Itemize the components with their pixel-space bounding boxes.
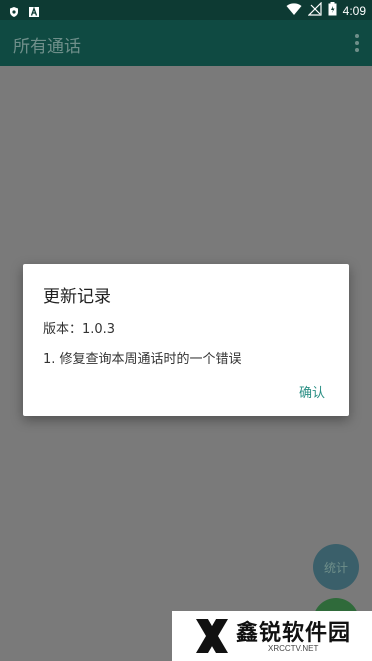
dialog-title: 更新记录 bbox=[43, 287, 111, 307]
stats-fab-label: 统计 bbox=[323, 560, 348, 575]
app-bar: 所有通话 bbox=[0, 20, 372, 66]
dialog-version: 版本：1.0.3 bbox=[43, 322, 116, 337]
status-time: 4:09 bbox=[342, 3, 366, 18]
overflow-menu-icon[interactable] bbox=[354, 34, 360, 52]
wifi-icon bbox=[286, 2, 302, 19]
status-right-icons: 4:09 bbox=[286, 1, 366, 19]
no-signal-icon bbox=[307, 1, 322, 19]
status-left-icons bbox=[8, 3, 40, 17]
app-a-icon bbox=[28, 3, 40, 17]
x-logo-icon bbox=[194, 617, 230, 655]
confirm-button[interactable]: 确认 bbox=[299, 382, 325, 401]
update-log-dialog: 更新记录 版本：1.0.3 1. 修复查询本周通话时的一个错误 确认 bbox=[23, 264, 349, 416]
watermark-domain: XRCCTV.NET bbox=[268, 644, 319, 653]
battery-icon bbox=[328, 2, 337, 19]
status-bar: 4:09 bbox=[0, 0, 372, 20]
watermark-brand: 鑫锐软件园 bbox=[236, 621, 352, 646]
stats-fab[interactable]: 统计 bbox=[313, 544, 359, 590]
watermark: 鑫锐软件园 XRCCTV.NET bbox=[172, 611, 372, 661]
page-title: 所有通话 bbox=[13, 37, 81, 57]
shield-icon bbox=[8, 3, 20, 17]
dialog-note: 1. 修复查询本周通话时的一个错误 bbox=[43, 352, 242, 367]
